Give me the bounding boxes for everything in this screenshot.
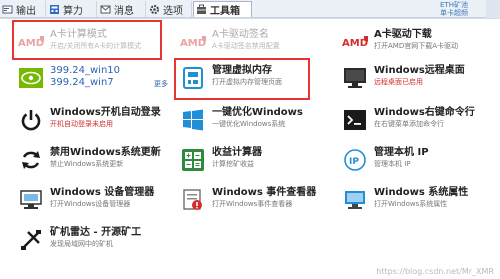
highlight-box-amd-mode: [12, 20, 162, 60]
tile-auto-login[interactable]: Windows开机自动登录 开机自动登录未启用: [18, 103, 178, 139]
nvidia-icon: [18, 65, 44, 91]
tile-local-ip[interactable]: IP 管理本机 IP 管理本机 IP: [342, 143, 500, 179]
tile-title: Windows 设备管理器: [50, 187, 155, 198]
event-viewer-icon: [180, 187, 206, 213]
amd-icon: AMD: [342, 29, 368, 55]
output-icon: [2, 4, 13, 15]
refresh-icon: [18, 147, 44, 173]
device-manager-icon: [18, 187, 44, 213]
watermark-url: https://blog.csdn.net/Mr_XMR: [376, 267, 494, 276]
tile-title: 禁用Windows系统更新: [50, 147, 161, 158]
toolbox-icon: [196, 4, 207, 15]
tile-subtitle: A卡驱动签名禁用配置: [212, 42, 280, 50]
tile-title: A卡驱动签名: [212, 29, 269, 40]
tile-title: Windows右键命令行: [374, 107, 475, 118]
tab-messages[interactable]: 消息: [98, 1, 146, 17]
tile-system-properties[interactable]: Windows 系统属性 打开Windows系统属性: [342, 183, 500, 219]
tile-title: 一键优化Windows: [212, 107, 303, 118]
power-icon: [18, 107, 44, 133]
tab-label: 消息: [114, 5, 134, 17]
window-edge: [486, 0, 500, 18]
driver-link-win10[interactable]: 399.24_win10: [50, 65, 120, 77]
more-link[interactable]: 更多: [154, 79, 168, 89]
terminal-icon: [342, 107, 368, 133]
message-icon: [100, 4, 111, 15]
highlight-box-virtual-memory: [174, 58, 310, 100]
calc-icon: [49, 4, 60, 15]
amd-icon: AMD: [180, 29, 206, 55]
tab-label: 工具箱: [210, 6, 240, 17]
tile-event-viewer[interactable]: Windows 事件查看器 打开Windows事件查看器: [180, 183, 340, 219]
tile-title: Windows 系统属性: [374, 187, 469, 198]
tile-status: 远程桌面已启用: [374, 78, 423, 86]
tile-profit-calculator[interactable]: 收益计算器 计算挖矿收益: [180, 143, 340, 179]
tile-title: Windows开机自动登录: [50, 107, 161, 118]
calculator-icon: [180, 147, 206, 173]
radar-icon: [18, 227, 44, 253]
tile-subtitle: 打开AMD官网下载A卡驱动: [374, 42, 459, 50]
tile-miner-radar[interactable]: 矿机雷达 - 开源矿工 发现局域网中的矿机: [18, 223, 178, 259]
tile-title: Windows 事件查看器: [212, 187, 317, 198]
tile-title: 管理本机 IP: [374, 147, 429, 158]
system-properties-icon: [342, 187, 368, 213]
svg-text:IP: IP: [349, 157, 359, 167]
tile-disable-update[interactable]: 禁用Windows系统更新 禁止Windows系统更新: [18, 143, 178, 179]
tile-subtitle: 计算挖矿收益: [212, 160, 254, 168]
remote-desktop-icon: [342, 65, 368, 91]
eth-pool-label: ETH矿池: [440, 1, 468, 9]
ip-pin-icon: IP: [342, 147, 368, 173]
tile-subtitle: 打开Windows设备管理器: [50, 200, 131, 208]
tab-toolbox[interactable]: 工具箱: [193, 1, 252, 17]
tile-title: Windows远程桌面: [374, 65, 465, 76]
tile-subtitle: 打开Windows事件查看器: [212, 200, 293, 208]
tile-title: 收益计算器: [212, 147, 262, 158]
tab-label: 算力: [63, 5, 83, 17]
tab-bar: 输出 算力 消息 选项 工具箱 ETH矿池 单卡超频: [0, 0, 500, 18]
windows-logo-icon: [180, 107, 206, 133]
tile-subtitle: 禁止Windows系统更新: [50, 160, 124, 168]
tab-compute[interactable]: 算力: [47, 1, 97, 17]
tile-amd-driver-download[interactable]: AMD A卡驱动下载 打开AMD官网下载A卡驱动: [342, 25, 500, 61]
tile-subtitle: 打开Windows系统属性: [374, 200, 448, 208]
tile-title: A卡驱动下载: [374, 29, 432, 40]
tab-options[interactable]: 选项: [147, 1, 192, 17]
tile-right-click-cmd[interactable]: Windows右键命令行 在右键菜单添加命令行: [342, 103, 500, 139]
tile-subtitle: 在右键菜单添加命令行: [374, 120, 444, 128]
tile-status: 开机自动登录未启用: [50, 120, 113, 128]
tab-label: 选项: [163, 5, 183, 17]
tile-nvidia-driver[interactable]: 399.24_win10 399.24_win7 更多: [18, 61, 178, 97]
single-card-oc-label: 单卡超频: [440, 9, 468, 17]
tab-label: 输出: [16, 5, 36, 17]
tile-subtitle: 一键优化Windows系统: [212, 120, 286, 128]
tile-title: 矿机雷达 - 开源矿工: [50, 227, 142, 238]
eth-pool-link[interactable]: ETH矿池 单卡超频: [440, 1, 482, 17]
tile-remote-desktop[interactable]: Windows远程桌面 远程桌面已启用: [342, 61, 500, 97]
tile-subtitle: 发现局域网中的矿机: [50, 240, 113, 248]
tab-output[interactable]: 输出: [0, 1, 46, 17]
tile-one-key-optimize[interactable]: 一键优化Windows 一键优化Windows系统: [180, 103, 340, 139]
tile-subtitle: 管理本机 IP: [374, 160, 411, 168]
driver-link-win7[interactable]: 399.24_win7: [50, 77, 120, 89]
tile-amd-driver-sign[interactable]: AMD A卡驱动签名 A卡驱动签名禁用配置: [180, 25, 340, 61]
tile-device-manager[interactable]: Windows 设备管理器 打开Windows设备管理器: [18, 183, 178, 219]
gear-icon: [149, 4, 160, 15]
